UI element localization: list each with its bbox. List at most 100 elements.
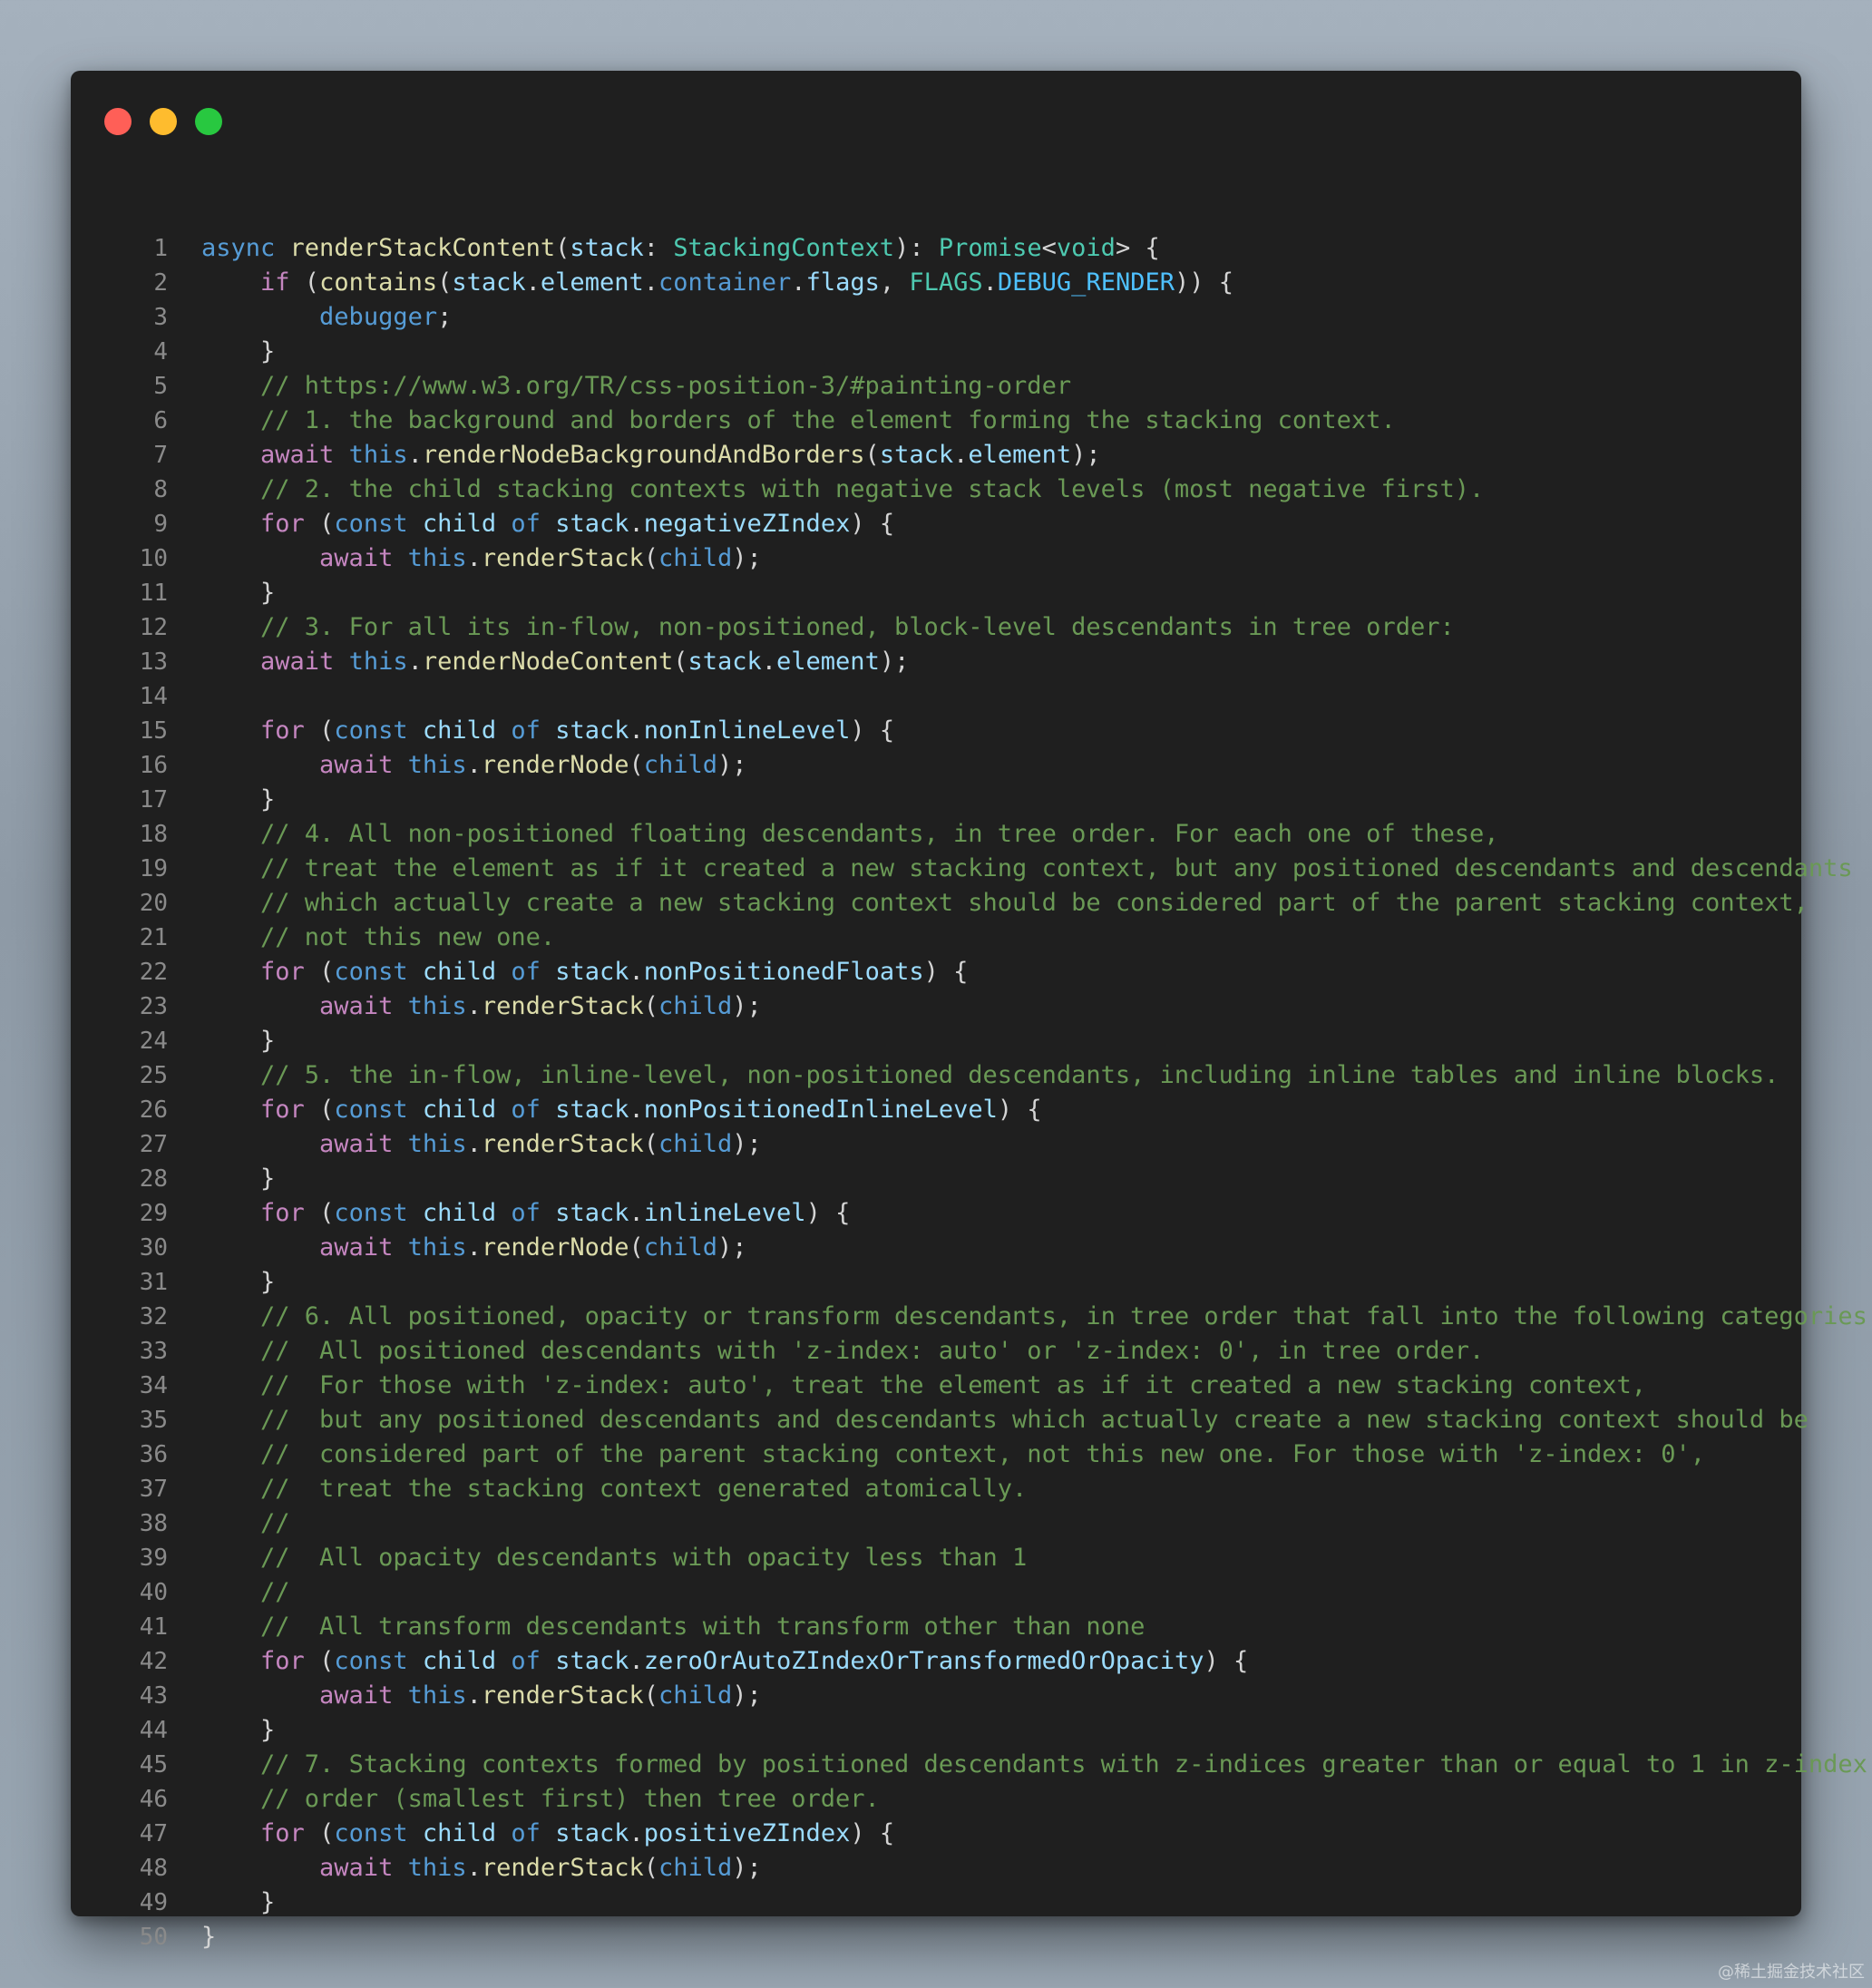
code-token: stack: [452, 268, 526, 297]
code-token: }: [201, 785, 276, 814]
code-token: for: [260, 716, 305, 745]
code-token: .: [982, 268, 998, 297]
line-source: }: [201, 1165, 275, 1193]
code-token: if: [260, 268, 290, 297]
code-token: }: [201, 1165, 276, 1193]
code-token: // All opacity descendants with opacity …: [260, 1544, 1028, 1572]
code-token: );: [732, 1130, 762, 1158]
code-token: async: [201, 234, 276, 262]
code-token: for: [260, 510, 305, 538]
code-line: 31 }: [71, 1265, 1801, 1300]
code-line: 28 }: [71, 1162, 1801, 1196]
close-button[interactable]: [104, 108, 132, 135]
minimize-button[interactable]: [150, 108, 177, 135]
line-number: 5: [153, 373, 168, 400]
code-token: ) {: [923, 958, 969, 986]
line-source: }: [201, 785, 275, 814]
code-token: renderStack: [481, 992, 644, 1020]
code-line: 48 await this.renderStack(child);: [71, 1851, 1801, 1886]
code-token: .: [953, 441, 969, 469]
code-token: (: [643, 992, 658, 1020]
code-token: negativeZIndex: [643, 510, 851, 538]
code-token: .: [466, 1130, 482, 1158]
code-token: zeroOrAutoZIndexOrTransformedOrOpacity: [643, 1647, 1204, 1675]
code-token: // For those with 'z-index: auto', treat…: [260, 1371, 1647, 1399]
line-number: 21: [139, 924, 168, 951]
code-token: StackingContext: [673, 234, 895, 262]
code-token: child: [422, 1647, 497, 1675]
code-line: 30 await this.renderNode(child);: [71, 1231, 1801, 1265]
line-source: // 1. the background and borders of the …: [201, 406, 1396, 434]
line-source: }: [201, 1888, 275, 1916]
code-line: 44 }: [71, 1713, 1801, 1748]
code-token: ) {: [1204, 1647, 1249, 1675]
code-token: this: [407, 1233, 467, 1262]
code-line: 41 // All transform descendants with tra…: [71, 1610, 1801, 1644]
code-token: child: [422, 1096, 497, 1124]
code-token: element: [968, 441, 1072, 469]
code-line: 12 // 3. For all its in-flow, non-positi…: [71, 610, 1801, 645]
code-token: (: [304, 1819, 335, 1847]
code-line: 18 // 4. All non-positioned floating des…: [71, 817, 1801, 852]
code-token: debugger: [319, 303, 438, 331]
code-token: of: [511, 510, 541, 538]
line-source: // not this new one.: [201, 923, 555, 951]
line-number: 2: [153, 269, 168, 297]
code-token: of: [511, 1096, 541, 1124]
code-token: .: [629, 510, 644, 538]
maximize-button[interactable]: [195, 108, 222, 135]
code-token: (: [555, 234, 570, 262]
line-number: 20: [139, 890, 168, 917]
code-line: 10 await this.renderStack(child);: [71, 541, 1801, 576]
code-token: child: [643, 1233, 717, 1262]
code-token: (: [304, 1647, 335, 1675]
code-token: renderNodeContent: [422, 648, 674, 676]
line-number: 16: [139, 752, 168, 779]
line-source: for (const child of stack.negativeZIndex…: [201, 510, 894, 538]
code-token: :: [643, 234, 674, 262]
code-token: stack: [879, 441, 954, 469]
code-token: (: [629, 1233, 644, 1262]
code-token: // 4. All non-positioned floating descen…: [260, 820, 1499, 848]
line-number: 7: [153, 442, 168, 469]
code-line: 50}: [71, 1920, 1801, 1954]
code-token: .: [466, 992, 482, 1020]
code-line: 17 }: [71, 783, 1801, 817]
line-source: // 6. All positioned, opacity or transfo…: [201, 1302, 1872, 1330]
code-token: ;: [437, 303, 453, 331]
code-line: 25 // 5. the in-flow, inline-level, non-…: [71, 1058, 1801, 1093]
code-token: stack: [555, 958, 629, 986]
code-token: renderStackContent: [289, 234, 556, 262]
code-token: // which actually create a new stacking …: [260, 889, 1809, 917]
code-token: .: [407, 441, 423, 469]
code-token: ) {: [850, 1819, 895, 1847]
code-token: );: [732, 1854, 762, 1882]
line-number: 25: [139, 1062, 168, 1089]
line-number: 3: [153, 304, 168, 331]
line-number: 9: [153, 511, 168, 538]
line-number: 33: [139, 1338, 168, 1365]
line-number: 36: [139, 1441, 168, 1468]
code-token: child: [422, 716, 497, 745]
code-token: of: [511, 716, 541, 745]
code-line: 34 // For those with 'z-index: auto', tr…: [71, 1369, 1801, 1403]
code-token: renderNode: [481, 751, 629, 779]
code-token: const: [334, 1647, 408, 1675]
code-token: (: [673, 648, 688, 676]
